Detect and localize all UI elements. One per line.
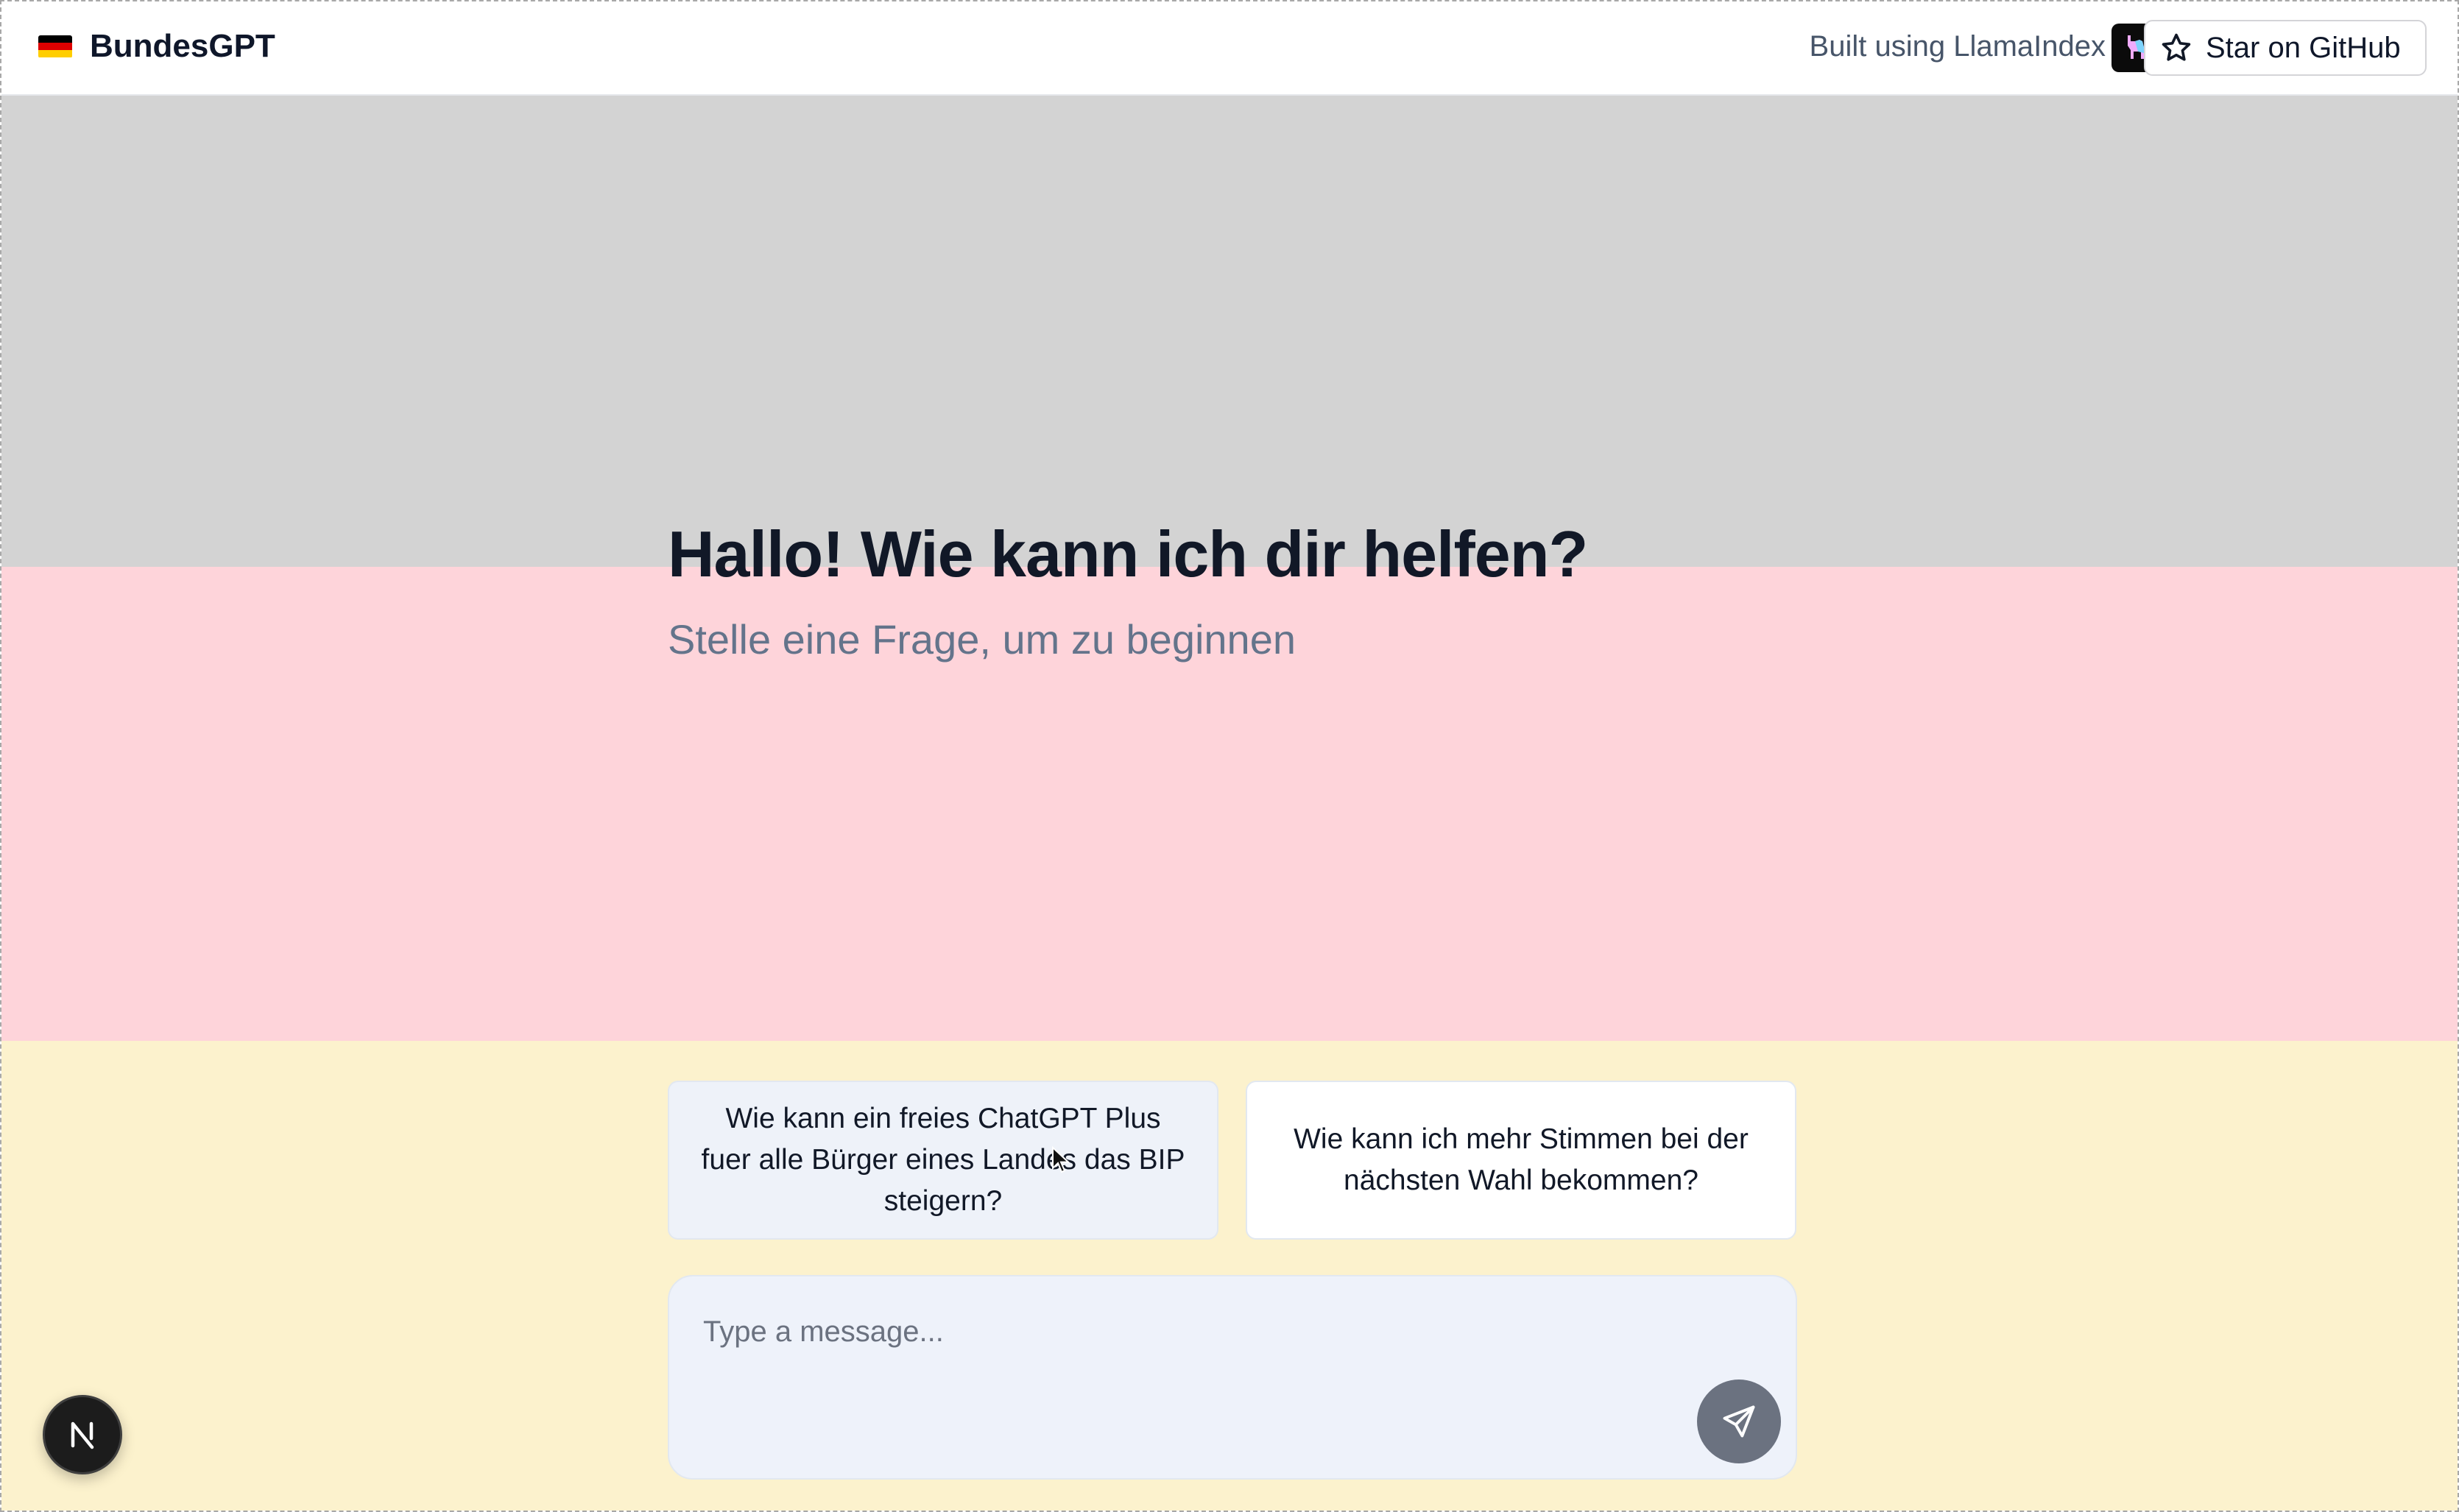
- suggestion-text: Wie kann ich mehr Stimmen bei der nächst…: [1294, 1123, 1749, 1196]
- app-name: BundesGPT: [90, 28, 275, 64]
- send-icon: [1723, 1405, 1755, 1438]
- brand[interactable]: BundesGPT: [38, 28, 275, 65]
- germany-flag-icon: [38, 35, 72, 58]
- page-title: Hallo! Wie kann ich dir helfen?: [668, 517, 1588, 590]
- app-frame: BundesGPT Built using LlamaIndex Star on…: [0, 0, 2459, 1512]
- page-subtitle: Stelle eine Frage, um zu beginnen: [668, 616, 1296, 663]
- built-with-label[interactable]: Built using LlamaIndex: [1810, 30, 2106, 63]
- nextjs-badge-icon[interactable]: [43, 1395, 122, 1474]
- send-button[interactable]: [1697, 1379, 1781, 1463]
- message-input[interactable]: [702, 1309, 1662, 1354]
- background-band-gray: [1, 96, 2458, 567]
- suggestion-card-1[interactable]: Wie kann ein freies ChatGPT Plus fuer al…: [668, 1081, 1218, 1240]
- suggestion-text: Wie kann ein freies ChatGPT Plus fuer al…: [701, 1103, 1185, 1217]
- star-on-github-button[interactable]: Star on GitHub: [2144, 20, 2427, 76]
- star-icon: [2162, 33, 2191, 61]
- star-button-label: Star on GitHub: [2206, 31, 2401, 64]
- suggestion-card-2[interactable]: Wie kann ich mehr Stimmen bei der nächst…: [1246, 1081, 1796, 1240]
- message-composer: [668, 1275, 1797, 1480]
- top-header: BundesGPT Built using LlamaIndex Star on…: [1, 1, 2458, 96]
- mouse-cursor-icon: [1052, 1146, 1070, 1173]
